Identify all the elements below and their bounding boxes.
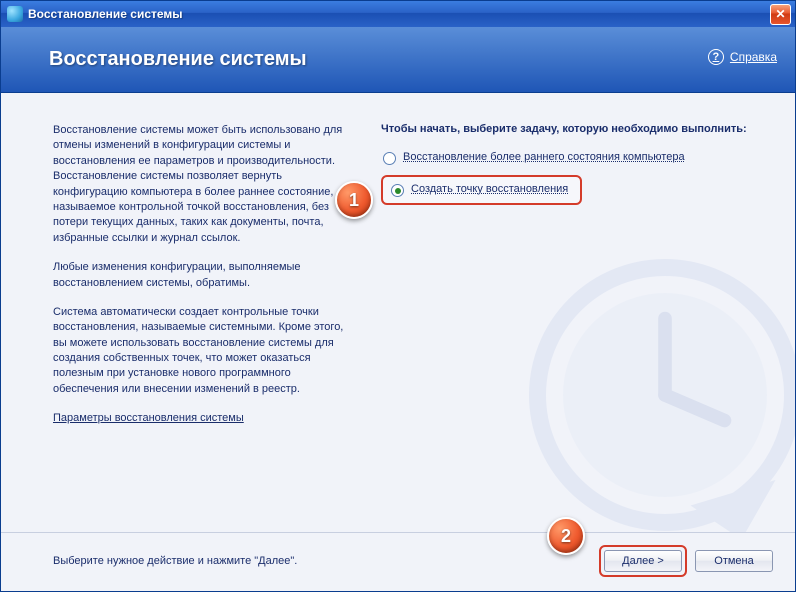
footer-hint: Выберите нужное действие и нажмите "Дале… [53, 555, 599, 567]
app-icon [7, 6, 23, 22]
description-p2: Любые изменения конфигурации, выполняемы… [53, 260, 359, 291]
radio-option-create-point[interactable]: Создать точку восстановления [389, 181, 570, 199]
footer: Выберите нужное действие и нажмите "Дале… [1, 532, 795, 591]
radio-icon [383, 152, 396, 165]
settings-link[interactable]: Параметры восстановления системы [53, 412, 244, 424]
radio-icon-selected [391, 184, 404, 197]
description-p3: Система автоматически создает контрольны… [53, 305, 359, 397]
annotation-marker-2: 2 [547, 517, 585, 555]
titlebar: Восстановление системы ✕ [1, 1, 795, 27]
help-icon: ? [708, 49, 724, 65]
highlight-create-point: Создать точку восстановления [381, 175, 582, 205]
header-band: Восстановление системы ? Справка [1, 27, 795, 93]
close-icon: ✕ [775, 7, 785, 21]
description-p1: Восстановление системы может быть исполь… [53, 123, 359, 246]
task-header: Чтобы начать, выберите задачу, которую н… [381, 123, 765, 135]
highlight-next-button: Далее > [599, 545, 687, 577]
radio-label-create: Создать точку восстановления [411, 183, 568, 195]
description-column: Восстановление системы может быть исполь… [1, 93, 371, 532]
help-label: Справка [730, 50, 777, 64]
annotation-marker-1: 1 [335, 181, 373, 219]
help-link[interactable]: ? Справка [708, 49, 777, 65]
window-title: Восстановление системы [28, 7, 770, 21]
close-button[interactable]: ✕ [770, 4, 791, 25]
page-title: Восстановление системы [49, 48, 307, 71]
next-button[interactable]: Далее > [604, 550, 682, 572]
radio-option-restore[interactable]: Восстановление более раннего состояния к… [381, 149, 765, 167]
radio-label-restore: Восстановление более раннего состояния к… [403, 151, 685, 163]
content-area: Восстановление системы может быть исполь… [1, 93, 795, 532]
task-column: Чтобы начать, выберите задачу, которую н… [371, 93, 795, 532]
system-restore-window: Восстановление системы ✕ Восстановление … [0, 0, 796, 592]
cancel-button[interactable]: Отмена [695, 550, 773, 572]
footer-buttons: 2 Далее > Отмена [599, 545, 773, 577]
